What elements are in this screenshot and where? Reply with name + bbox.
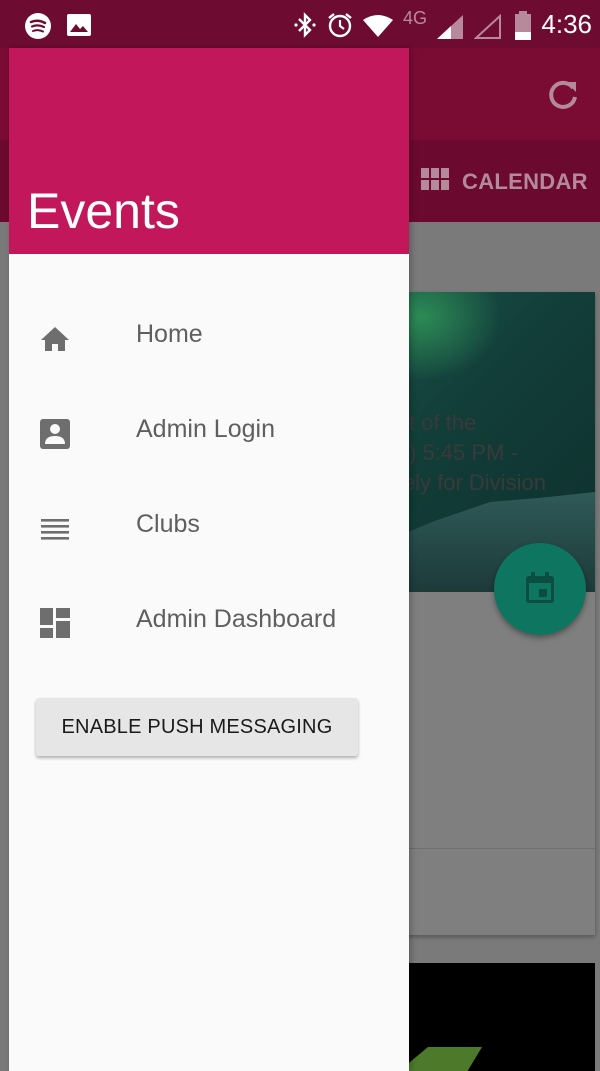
calendar-grid-icon (421, 168, 449, 190)
drawer-title: Events (27, 183, 180, 239)
menu-item-admin-login[interactable]: Admin Login (9, 393, 409, 473)
network-type: 4G (403, 8, 428, 28)
menu-item-home[interactable]: Home (9, 298, 409, 378)
dashboard-icon (40, 608, 70, 638)
event-description: st of the y) 5:45 PM - lely for Division (398, 408, 578, 498)
tab-calendar[interactable]: CALENDAR (462, 169, 588, 195)
navigation-drawer: Events Home Admin Login Clubs Admin Dash… (9, 48, 409, 1071)
clock: 4:36 (541, 9, 592, 39)
wifi-icon (363, 15, 393, 37)
event-description-line: lely for Division (398, 470, 546, 495)
drawer-header: Events (9, 48, 409, 254)
menu-label: Admin Login (136, 415, 275, 443)
account-box-icon (40, 419, 70, 449)
list-icon (41, 519, 69, 540)
image-icon (67, 14, 91, 36)
menu-label: Home (136, 320, 203, 348)
signal-icon (437, 15, 463, 39)
event-description-line: st of the (398, 410, 477, 435)
event-description-line: y) 5:45 PM - (398, 440, 518, 465)
alarm-icon (328, 13, 352, 38)
add-to-calendar-button[interactable] (494, 543, 586, 635)
spotify-icon (25, 13, 51, 39)
refresh-icon[interactable] (546, 78, 580, 112)
signal-empty-icon (474, 14, 501, 39)
menu-item-admin-dashboard[interactable]: Admin Dashboard (9, 583, 409, 663)
menu-label: Admin Dashboard (136, 605, 337, 633)
enable-push-messaging-button[interactable]: ENABLE PUSH MESSAGING (36, 698, 358, 756)
status-bar: 4G 4:36 (0, 0, 600, 48)
home-icon (41, 327, 69, 351)
event-icon (526, 572, 554, 603)
menu-label: Clubs (136, 510, 200, 538)
menu-item-clubs[interactable]: Clubs (9, 488, 409, 568)
bluetooth-icon (294, 12, 316, 38)
battery-icon (515, 11, 531, 40)
